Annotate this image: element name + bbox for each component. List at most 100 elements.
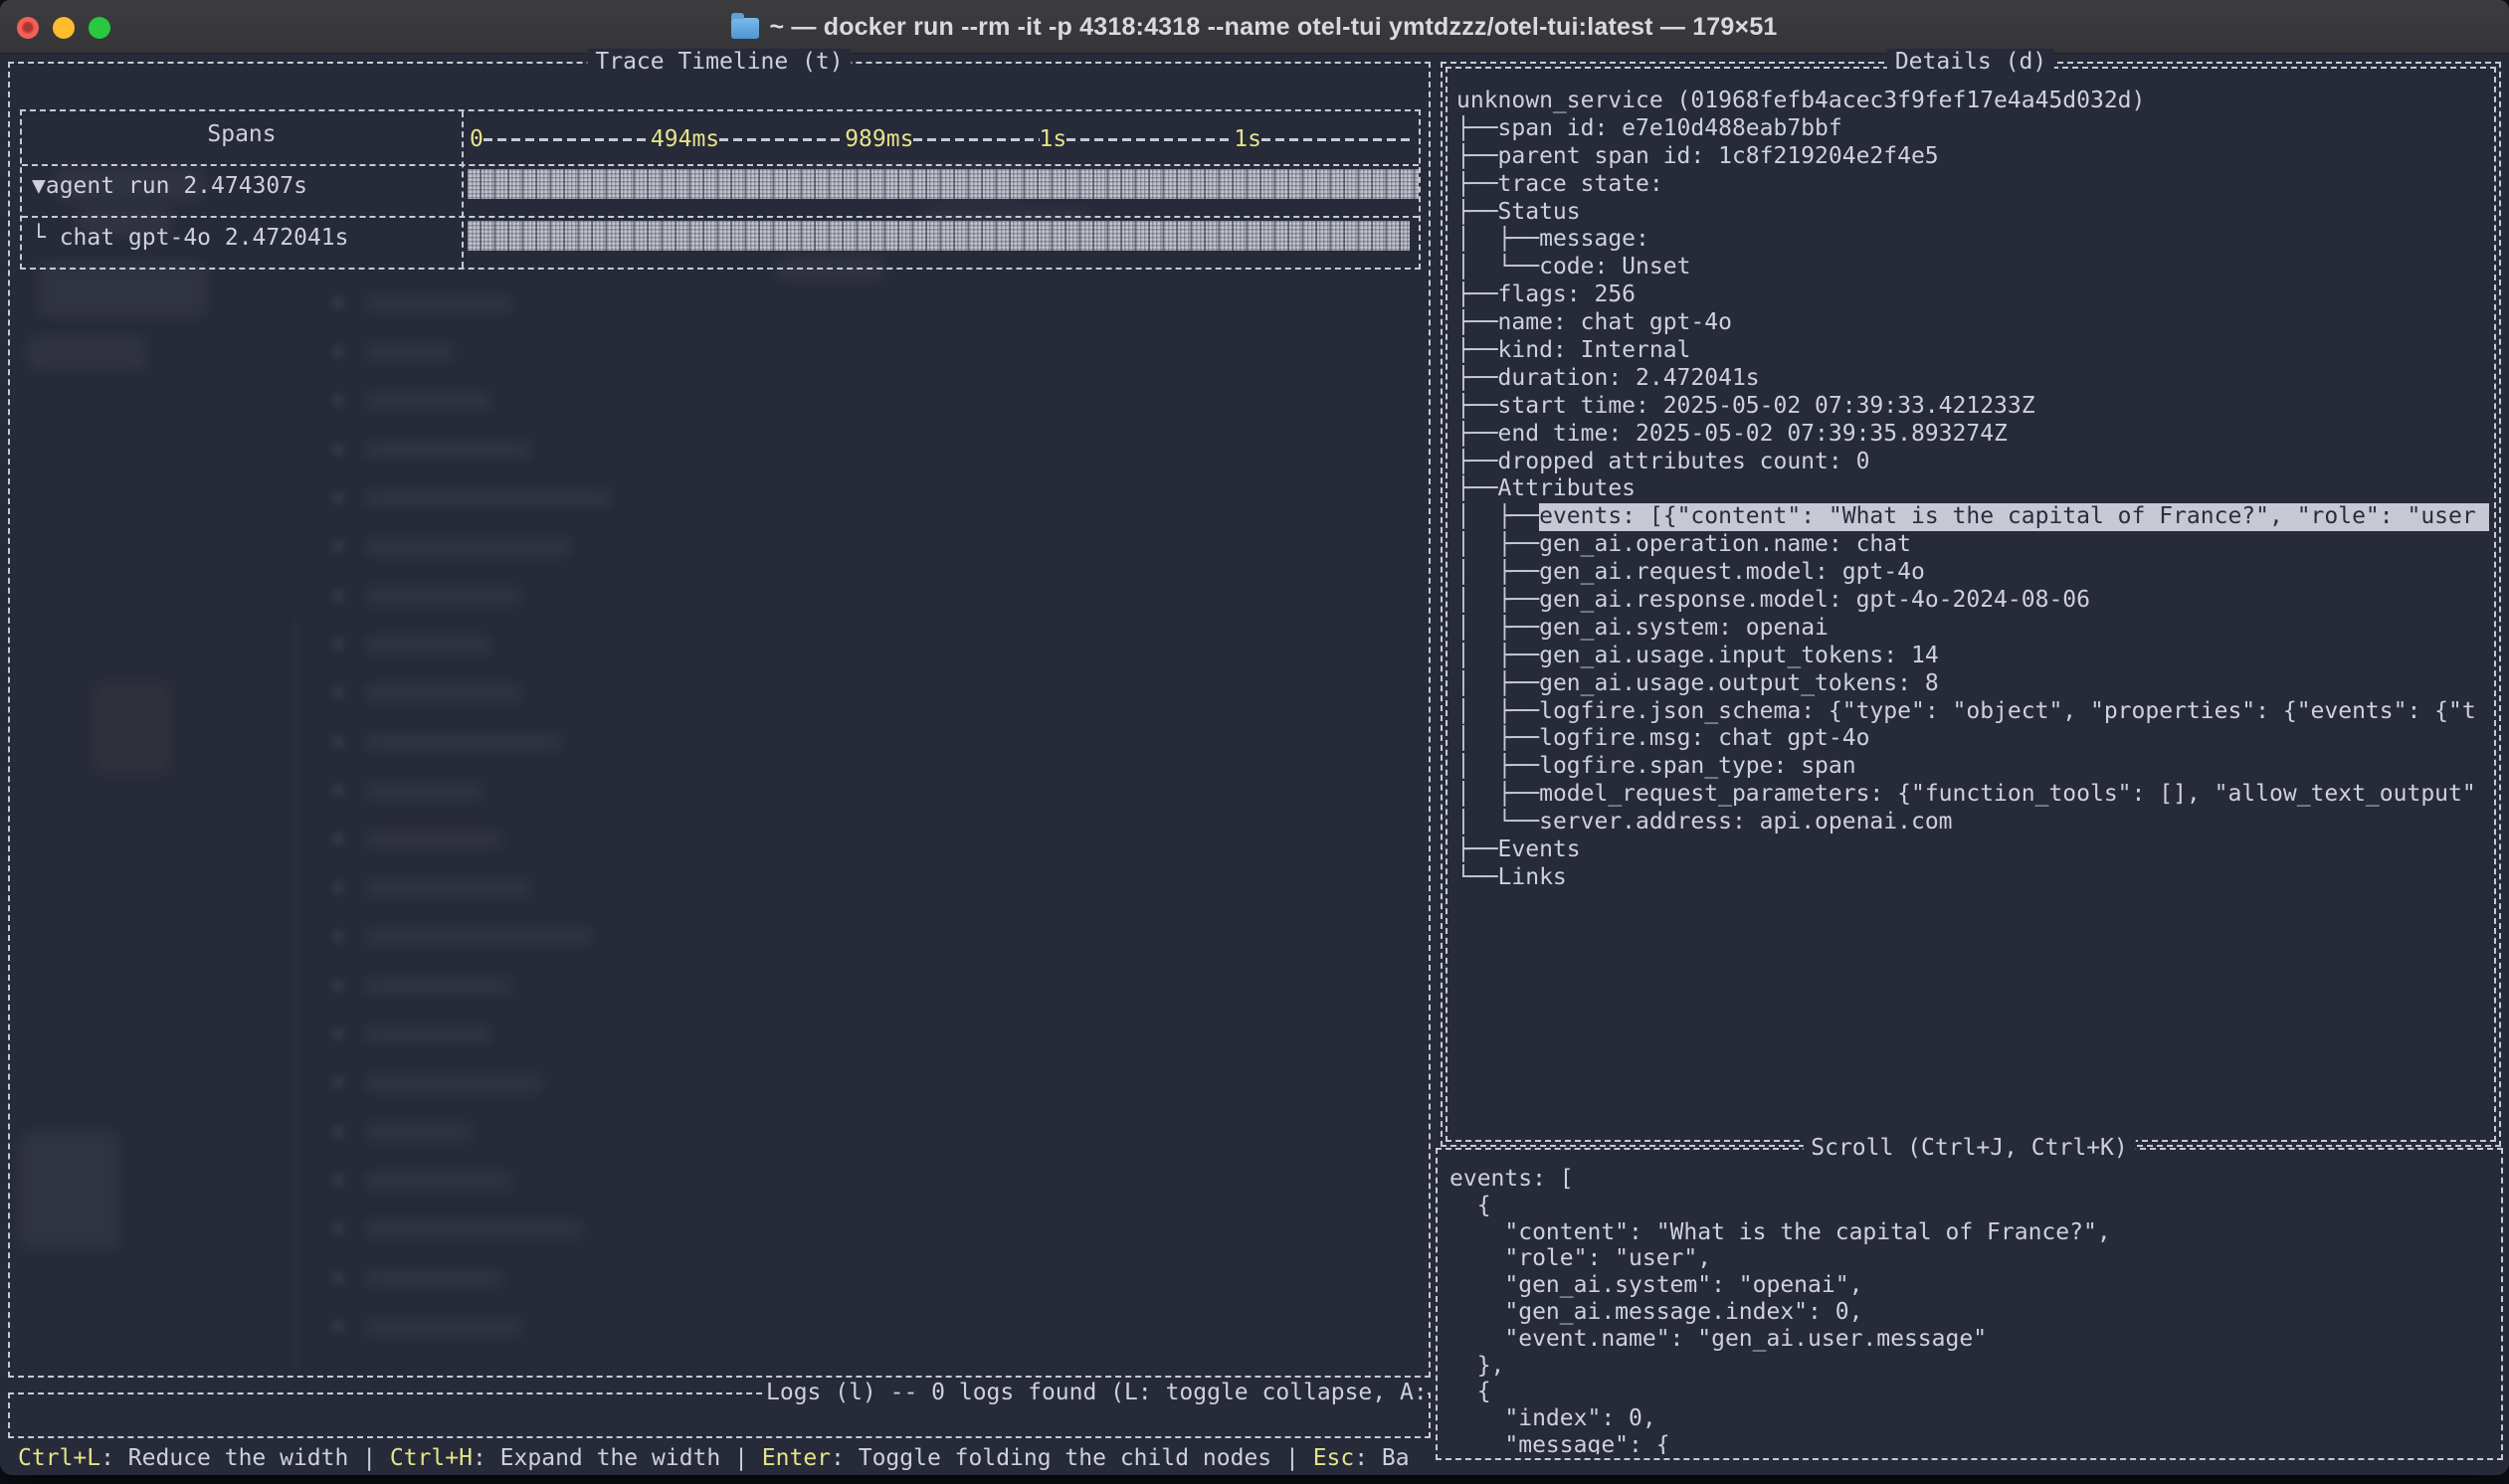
keybinding-key: Esc xyxy=(1313,1445,1355,1471)
tree-branch-glyph: ├── xyxy=(1456,171,1498,199)
details-tree-line[interactable]: unknown_service (01968fefb4acec3f9fef17e… xyxy=(1456,88,2489,115)
details-tree-line[interactable]: ├──duration: 2.472041s xyxy=(1456,365,2489,393)
details-tree-line[interactable]: ├──name: chat gpt-4o xyxy=(1456,309,2489,337)
details-tree-line[interactable]: ├──dropped attributes count: 0 xyxy=(1456,449,2489,476)
details-tree-line[interactable]: │ ├──model_request_parameters: {"functio… xyxy=(1456,781,2489,809)
tree-branch-glyph: ├── xyxy=(1456,393,1498,421)
tree-branch-glyph: │ ├── xyxy=(1456,725,1539,753)
details-tree-line[interactable]: ├──Attributes xyxy=(1456,475,2489,503)
details-tree-line[interactable]: ├──flags: 256 xyxy=(1456,281,2489,309)
scroll-json-content[interactable]: events: [ { "content": "What is the capi… xyxy=(1449,1166,2493,1454)
tree-branch-glyph: └── xyxy=(1456,864,1498,892)
span-row-chat-gpt4o[interactable]: └ chat gpt-4o 2.472041s xyxy=(32,225,349,251)
axis-tick-label: 1s xyxy=(1040,126,1067,152)
tree-node-text: message: xyxy=(1539,226,1649,254)
window-title: ~ — docker run --rm -it -p 4318:4318 --n… xyxy=(769,13,1777,42)
logs-panel-title: Logs (l) -- 0 logs found (L: toggle coll… xyxy=(766,1380,1428,1405)
span-bar-chat-gpt4o[interactable] xyxy=(468,221,1410,251)
details-tree-line[interactable]: │ └──code: Unset xyxy=(1456,254,2489,281)
details-tree-line[interactable]: ├──Events xyxy=(1456,836,2489,864)
spans-table: Spans 0494ms989ms1s1s ▼agent run 2.47430… xyxy=(20,109,1421,270)
details-tree-line[interactable]: │ ├──gen_ai.usage.input_tokens: 14 xyxy=(1456,643,2489,670)
tree-branch-glyph: ├── xyxy=(1456,421,1498,449)
keybinding-description: : Ba xyxy=(1354,1445,1409,1471)
tree-branch-glyph: │ └── xyxy=(1456,254,1539,281)
tree-branch-glyph: ├── xyxy=(1456,337,1498,365)
scroll-json-line: }, xyxy=(1449,1353,2493,1380)
logs-panel-title-clip: Logs (l) -- 0 logs found (L: toggle coll… xyxy=(766,1379,1429,1406)
tree-node-text: logfire.json_schema: {"type": "object", … xyxy=(1539,698,2476,726)
details-tree-line[interactable]: ├──Status xyxy=(1456,199,2489,227)
details-tree-line-selected[interactable]: │ ├──events: [{"content": "What is the c… xyxy=(1456,503,2489,531)
details-tree-line[interactable]: │ ├──gen_ai.response.model: gpt-4o-2024-… xyxy=(1456,587,2489,615)
terminal-window: ~ — docker run --rm -it -p 4318:4318 --n… xyxy=(0,0,2509,1475)
axis-dash-segment xyxy=(483,138,651,141)
row-separator xyxy=(22,216,1419,218)
details-tree-line[interactable]: └──Links xyxy=(1456,864,2489,892)
tree-node-text: duration: 2.472041s xyxy=(1498,365,1760,393)
details-tree-line[interactable]: ├──start time: 2025-05-02 07:39:33.42123… xyxy=(1456,393,2489,421)
tree-branch-glyph: ├── xyxy=(1456,143,1498,171)
tree-node-text: gen_ai.response.model: gpt-4o-2024-08-06 xyxy=(1539,587,2090,615)
header-separator xyxy=(22,164,1419,166)
tree-node-text: events: [{"content": "What is the capita… xyxy=(1539,503,2489,531)
axis-dash-segment xyxy=(1066,138,1234,141)
tree-branch-glyph: │ ├── xyxy=(1456,643,1539,670)
details-tree-line[interactable]: │ ├──logfire.json_schema: {"type": "obje… xyxy=(1456,698,2489,726)
details-tree-line[interactable]: │ ├──gen_ai.system: openai xyxy=(1456,615,2489,643)
axis-dash-segment xyxy=(1261,138,1415,141)
tree-branch-glyph: ├── xyxy=(1456,449,1498,476)
tree-node-text: end time: 2025-05-02 07:39:35.893274Z xyxy=(1498,421,2008,449)
axis-tick-label: 1s xyxy=(1234,126,1261,152)
axis-dash-segment xyxy=(719,138,845,141)
details-tree-line[interactable]: ├──end time: 2025-05-02 07:39:35.893274Z xyxy=(1456,421,2489,449)
details-tree-line[interactable]: │ └──server.address: api.openai.com xyxy=(1456,809,2489,836)
scroll-json-line: events: [ xyxy=(1449,1166,2493,1193)
tree-node-text: Attributes xyxy=(1498,475,1636,503)
tree-branch-glyph: │ ├── xyxy=(1456,503,1539,531)
span-row-agent-run[interactable]: ▼agent run 2.474307s xyxy=(32,173,307,199)
tree-node-text: gen_ai.usage.output_tokens: 8 xyxy=(1539,670,1939,698)
tree-branch-glyph: ├── xyxy=(1456,309,1498,337)
tree-branch-glyph: │ ├── xyxy=(1456,670,1539,698)
tree-branch-glyph: ├── xyxy=(1456,281,1498,309)
details-tree-line[interactable]: │ ├──logfire.msg: chat gpt-4o xyxy=(1456,725,2489,753)
scroll-json-line: "message": { xyxy=(1449,1432,2493,1454)
tree-node-text: span id: e7e10d488eab7bbf xyxy=(1498,115,1842,143)
details-tree-line[interactable]: │ ├──gen_ai.request.model: gpt-4o xyxy=(1456,559,2489,587)
details-tree: unknown_service (01968fefb4acec3f9fef17e… xyxy=(1456,88,2489,1135)
scroll-panel[interactable]: Scroll (Ctrl+J, Ctrl+K) events: [ { "con… xyxy=(1436,1148,2503,1460)
details-tree-line[interactable]: │ ├──gen_ai.usage.output_tokens: 8 xyxy=(1456,670,2489,698)
details-tree-line[interactable]: ├──trace state: xyxy=(1456,171,2489,199)
tree-node-text: kind: Internal xyxy=(1498,337,1691,365)
tree-branch-glyph: │ ├── xyxy=(1456,587,1539,615)
details-tree-line[interactable]: │ ├──message: xyxy=(1456,226,2489,254)
details-tree-line[interactable]: │ ├──logfire.span_type: span xyxy=(1456,753,2489,781)
details-tree-line[interactable]: ├──parent span id: 1c8f219204e2f4e5 xyxy=(1456,143,2489,171)
tree-branch-glyph: ├── xyxy=(1456,365,1498,393)
details-panel-title: Details (d) xyxy=(1887,49,2054,75)
tree-branch-glyph: │ ├── xyxy=(1456,226,1539,254)
details-tree-line[interactable]: │ ├──gen_ai.operation.name: chat xyxy=(1456,531,2489,559)
axis-dash-segment xyxy=(913,138,1039,141)
tree-node-text: Status xyxy=(1498,199,1581,227)
scroll-json-line: { xyxy=(1449,1193,2493,1219)
details-tree-line[interactable]: ├──kind: Internal xyxy=(1456,337,2489,365)
tree-node-text: logfire.span_type: span xyxy=(1539,753,1856,781)
tree-node-text: gen_ai.usage.input_tokens: 14 xyxy=(1539,643,1939,670)
folder-icon xyxy=(731,18,759,39)
span-bar-agent-run[interactable] xyxy=(468,169,1419,199)
keybinding-key: Ctrl+H xyxy=(390,1445,473,1471)
tree-branch-glyph: ├── xyxy=(1456,475,1498,503)
keybinding-key: Enter xyxy=(762,1445,831,1471)
details-panel[interactable]: Details (d) unknown_service (01968fefb4a… xyxy=(1441,62,2501,1147)
tree-node-text: logfire.msg: chat gpt-4o xyxy=(1539,725,1869,753)
keybinding-description: : Reduce the width | xyxy=(100,1445,390,1471)
tree-branch-glyph: ├── xyxy=(1456,115,1498,143)
tree-branch-glyph: │ ├── xyxy=(1456,781,1539,809)
axis-tick-label: 989ms xyxy=(845,126,913,152)
trace-timeline-panel[interactable]: Trace Timeline (t) Spans 0494ms989ms1s1s… xyxy=(8,62,1431,1378)
details-tree-line[interactable]: ├──span id: e7e10d488eab7bbf xyxy=(1456,115,2489,143)
tree-branch-glyph: ├── xyxy=(1456,836,1498,864)
tree-node-text: flags: 256 xyxy=(1498,281,1636,309)
